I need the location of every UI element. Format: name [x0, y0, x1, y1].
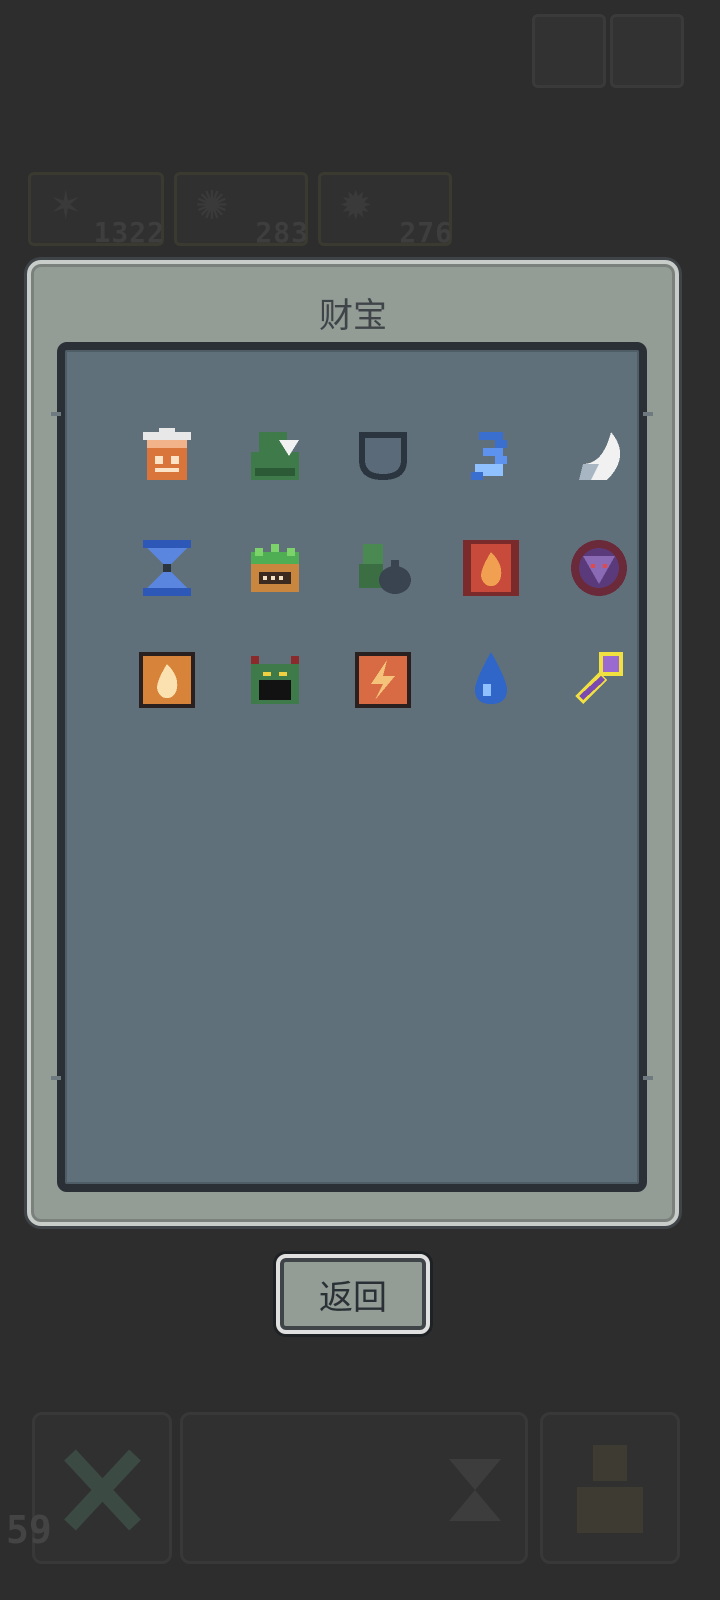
- treasure-slot[interactable]: [113, 624, 221, 736]
- person-icon: [577, 1445, 643, 1533]
- demon-icon: ✹: [339, 183, 373, 229]
- beetle-icon: ✺: [195, 183, 229, 229]
- level-number: 59: [6, 1508, 52, 1552]
- crescent-horn-item-icon: [579, 432, 621, 480]
- treasure-slot[interactable]: [113, 400, 221, 512]
- bucket-item-icon: [143, 428, 191, 480]
- rivet: [643, 1076, 653, 1080]
- horned-monster-item-icon: [251, 656, 299, 704]
- treasure-slot[interactable]: [329, 512, 437, 624]
- bg-card-center: [180, 1412, 528, 1564]
- hourglass-icon: [449, 1459, 501, 1521]
- bg-card-right: [540, 1412, 680, 1564]
- iron-shield-item-icon: [359, 432, 407, 480]
- bg-stat-value: 283: [255, 216, 309, 249]
- treasure-slot[interactable]: [113, 512, 221, 624]
- crossed-swords-icon: [64, 1449, 141, 1531]
- back-button[interactable]: 返回: [276, 1254, 430, 1334]
- demon-orb-item-icon: [571, 540, 627, 596]
- treasure-grid-container: [51, 342, 653, 1192]
- flame-scroll-item-icon: [139, 652, 195, 708]
- bg-stat-1: ✶ 1322: [28, 172, 165, 249]
- bg-button-1: [532, 14, 606, 88]
- treasure-slot[interactable]: [545, 512, 653, 624]
- hourglass-item-icon: [143, 540, 191, 596]
- treasure-slot[interactable]: [437, 624, 545, 736]
- green-cloak-item-icon: [251, 432, 299, 480]
- treasure-grid: [113, 400, 653, 736]
- bg-stat-3: ✹ 276: [318, 172, 453, 249]
- fire-tome-item-icon: [463, 540, 519, 596]
- bg-button-2: [610, 14, 684, 88]
- treasure-slot[interactable]: [221, 512, 329, 624]
- lightning-banner-item-icon: [355, 652, 411, 708]
- treasure-slot[interactable]: [329, 624, 437, 736]
- bg-stat-value: 1322: [93, 216, 165, 249]
- purple-key-item-icon: [575, 652, 623, 704]
- bg-stat-2: ✺ 283: [174, 172, 309, 249]
- bg-card-left: [32, 1412, 172, 1564]
- treasure-slot[interactable]: [545, 400, 653, 512]
- goblin-sack-item-icon: [359, 544, 411, 594]
- panel-title: 财宝: [319, 296, 387, 336]
- treasure-slot[interactable]: [437, 400, 545, 512]
- treasure-panel: 财宝: [27, 260, 679, 1226]
- treasure-slot[interactable]: [437, 512, 545, 624]
- rivet: [51, 1076, 61, 1080]
- treasure-slot[interactable]: [545, 624, 653, 736]
- treasure-slot[interactable]: [221, 624, 329, 736]
- rivet: [51, 412, 61, 416]
- treasure-slot[interactable]: [221, 400, 329, 512]
- feather-icon: ✶: [49, 183, 83, 229]
- blue-wind-item-icon: [471, 432, 507, 480]
- water-drop-item-icon: [475, 652, 507, 704]
- treasure-slot[interactable]: [329, 400, 437, 512]
- bg-stat-value: 276: [399, 216, 453, 249]
- green-chest-item-icon: [251, 544, 299, 592]
